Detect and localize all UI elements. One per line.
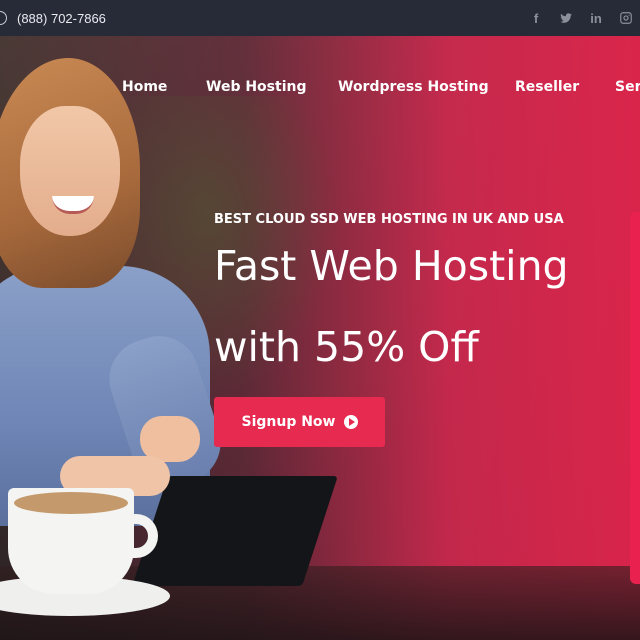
instagram-icon[interactable] — [618, 10, 634, 26]
nav-wordpress-hosting[interactable]: Wordpress Hosting — [338, 79, 489, 95]
hero-photo-laptop — [132, 476, 338, 586]
twitter-icon[interactable] — [558, 10, 574, 26]
phone-number[interactable]: (888) 702-7866 — [17, 11, 106, 26]
hero-headline-line1: Fast Web Hosting — [214, 242, 569, 290]
phone-icon — [0, 11, 7, 25]
side-panel-edge[interactable] — [630, 212, 640, 584]
signup-now-button[interactable]: Signup Now — [214, 397, 385, 447]
hero-photo-coffee — [14, 492, 128, 514]
nav-home[interactable]: Home — [122, 79, 167, 95]
play-circle-icon — [343, 415, 358, 429]
hero-photo-face — [20, 106, 120, 236]
hero-eyebrow: BEST CLOUD SSD WEB HOSTING IN UK AND USA — [214, 212, 564, 227]
facebook-icon[interactable]: f — [528, 10, 544, 26]
top-bar: (888) 702-7866 f in — [0, 0, 640, 36]
hero-section: Home Web Hosting Wordpress Hosting Resel… — [0, 36, 640, 640]
social-links: f in — [528, 0, 634, 36]
phone-contact[interactable]: (888) 702-7866 — [0, 0, 106, 36]
nav-reseller[interactable]: Reseller — [515, 79, 579, 95]
nav-servers[interactable]: Ser — [615, 79, 640, 95]
linkedin-icon[interactable]: in — [588, 10, 604, 26]
signup-now-label: Signup Now — [241, 414, 336, 430]
hero-headline-line2: with 55% Off — [214, 323, 479, 371]
nav-web-hosting[interactable]: Web Hosting — [206, 79, 306, 95]
